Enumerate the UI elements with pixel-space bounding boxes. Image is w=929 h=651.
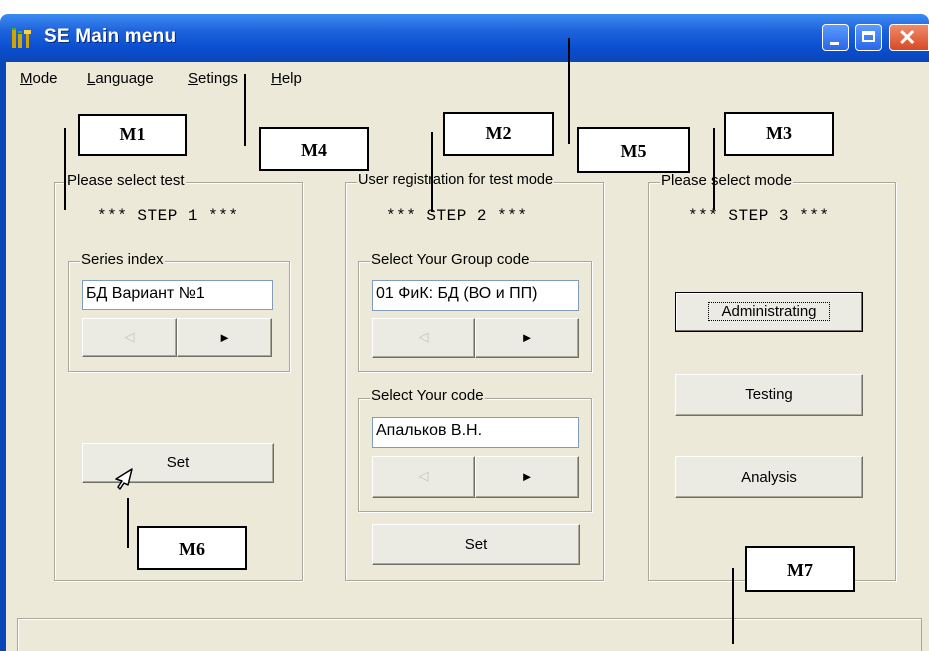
step3-legend: Please select mode [660, 172, 793, 189]
menu-help[interactable]: Help [271, 70, 302, 87]
user-code-field[interactable]: Апальков В.Н. [372, 417, 579, 448]
group-code-field[interactable]: 01 ФиК: БД (ВО и ПП) [372, 280, 579, 311]
analysis-button[interactable]: Analysis [675, 456, 863, 498]
menu-language-label: anguage [95, 70, 154, 87]
user-next-button[interactable]: ► [475, 456, 579, 498]
series-index-legend: Series index [80, 251, 165, 268]
testing-button[interactable]: Testing [675, 374, 863, 416]
m7-pointer-line [732, 568, 734, 644]
menu-setings-mnemonic: S [188, 70, 199, 87]
step2-set-button[interactable]: Set [372, 524, 580, 565]
m2-pointer-line [431, 132, 433, 212]
m3-label: M3 [724, 112, 834, 156]
series-next-button[interactable]: ► [177, 318, 272, 357]
m4-label: M4 [259, 127, 369, 171]
menu-mode-mnemonic: M [20, 70, 33, 87]
menu-help-label: elp [281, 70, 302, 87]
m5-label: M5 [577, 127, 690, 173]
m3-pointer-line [713, 128, 715, 210]
window-title: SE Main menu [44, 26, 177, 47]
step2-heading: *** STEP 2 *** [386, 207, 528, 225]
group-code-legend: Select Your Group code [370, 251, 531, 268]
menu-help-mnemonic: H [271, 70, 282, 87]
title-bar[interactable]: SE Main menu ✕ [0, 14, 929, 62]
m6-pointer-line [127, 498, 129, 548]
series-index-field[interactable]: БД Вариант №1 [82, 280, 273, 310]
m7-label: M7 [745, 546, 855, 592]
m1-pointer-line [64, 128, 66, 210]
menu-bar: Mode Language Setings Help [6, 62, 929, 96]
step3-heading: *** STEP 3 *** [688, 207, 830, 225]
group-next-button[interactable]: ► [475, 318, 579, 358]
app-icon [12, 28, 31, 48]
close-icon: ✕ [898, 25, 917, 50]
menu-setings[interactable]: Setings [188, 70, 238, 87]
m4-pointer-line [244, 74, 246, 146]
m5-pointer-line [568, 38, 570, 144]
menu-setings-label: etings [198, 70, 239, 87]
close-button[interactable]: ✕ [889, 24, 929, 51]
menu-mode[interactable]: Mode [20, 70, 58, 87]
arrow-cursor-icon [115, 468, 133, 490]
step1-set-button[interactable]: Set [82, 443, 274, 483]
step2-group [345, 182, 604, 581]
administrating-button[interactable]: Administrating [675, 292, 863, 332]
maximize-button[interactable] [855, 24, 882, 51]
step1-group [54, 182, 303, 581]
m6-label: M6 [137, 526, 247, 570]
m2-label: M2 [443, 112, 554, 156]
step1-heading: *** STEP 1 *** [97, 207, 239, 225]
step1-legend: Please select test [66, 172, 186, 189]
user-prev-button[interactable]: ◁ [372, 456, 475, 498]
series-prev-button[interactable]: ◁ [82, 318, 177, 357]
menu-mode-label: ode [32, 70, 58, 87]
group-prev-button[interactable]: ◁ [372, 318, 475, 358]
m1-label: M1 [78, 114, 187, 156]
status-bar [17, 618, 922, 651]
menu-language[interactable]: Language [87, 70, 154, 87]
minimize-button[interactable] [822, 24, 849, 51]
step2-legend: User registration for test mode [357, 172, 555, 188]
main-window: SE Main menu ✕ Mode Language Setings Hel… [0, 0, 929, 651]
administrating-label: Administrating [708, 302, 830, 321]
user-code-legend: Select Your code [370, 387, 485, 404]
